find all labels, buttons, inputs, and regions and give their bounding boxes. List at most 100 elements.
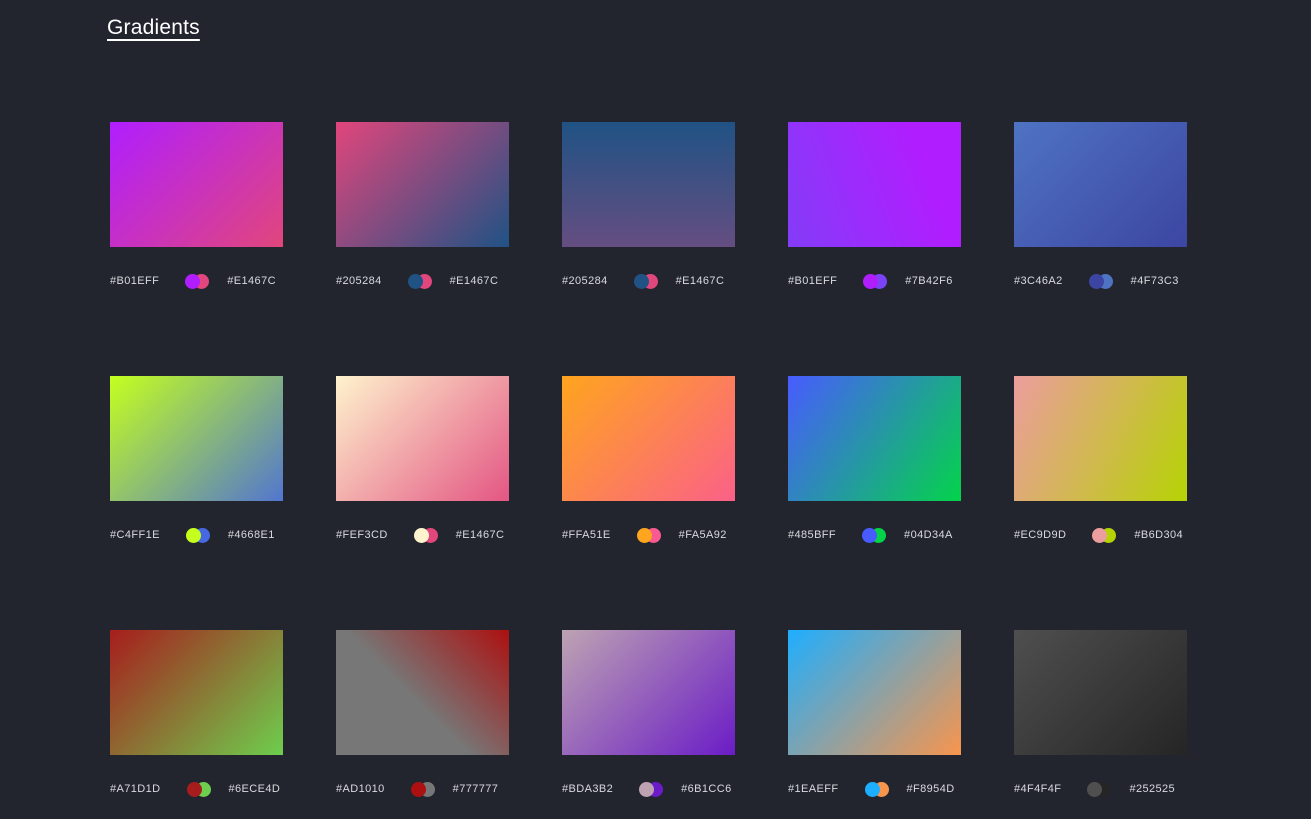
gradient-card[interactable]: #3C46A2 #4F73C3 — [1014, 122, 1187, 289]
gradient-caption: #485BFF #04D34A — [788, 528, 961, 543]
color-dots — [863, 274, 887, 289]
to-hex-label: #4F73C3 — [1131, 274, 1179, 289]
gradient-caption: #BDA3B2 #6B1CC6 — [562, 782, 735, 797]
to-hex-label: #F8954D — [907, 782, 955, 797]
from-hex-label: #B01EFF — [788, 274, 837, 289]
to-hex-label: #E1467C — [456, 528, 505, 543]
from-hex-label: #AD1010 — [336, 782, 385, 797]
gradient-swatch[interactable] — [336, 122, 509, 247]
gradient-caption: #A71D1D #6ECE4D — [110, 782, 283, 797]
color-dots — [187, 782, 211, 797]
gradient-caption: #205284 #E1467C — [336, 274, 509, 289]
color-dots — [411, 782, 435, 797]
from-hex-label: #BDA3B2 — [562, 782, 613, 797]
gradient-caption: #4F4F4F #252525 — [1014, 782, 1187, 797]
from-hex-label: #EC9D9D — [1014, 528, 1066, 543]
from-color-dot — [411, 782, 426, 797]
page-title: Gradients — [107, 16, 200, 40]
gradient-swatch[interactable] — [110, 122, 283, 247]
to-hex-label: #777777 — [453, 782, 499, 797]
from-hex-label: #C4FF1E — [110, 528, 160, 543]
gradient-swatch[interactable] — [788, 376, 961, 501]
gradient-card[interactable]: #BDA3B2 #6B1CC6 — [562, 630, 735, 797]
gradient-swatch[interactable] — [110, 630, 283, 755]
from-color-dot — [634, 274, 649, 289]
gradient-swatch[interactable] — [788, 630, 961, 755]
from-color-dot — [414, 528, 429, 543]
to-hex-label: #E1467C — [450, 274, 499, 289]
from-color-dot — [637, 528, 652, 543]
to-hex-label: #E1467C — [227, 274, 276, 289]
gradient-card[interactable]: #A71D1D #6ECE4D — [110, 630, 283, 797]
to-hex-label: #04D34A — [904, 528, 953, 543]
gradient-card[interactable]: #FEF3CD #E1467C — [336, 376, 509, 543]
gradient-swatch[interactable] — [110, 376, 283, 501]
gradient-card[interactable]: #C4FF1E #4668E1 — [110, 376, 283, 543]
color-dots — [637, 528, 661, 543]
to-hex-label: #E1467C — [676, 274, 725, 289]
gradient-swatch[interactable] — [1014, 376, 1187, 501]
from-hex-label: #205284 — [562, 274, 608, 289]
gradient-caption: #B01EFF #E1467C — [110, 274, 283, 289]
from-hex-label: #485BFF — [788, 528, 836, 543]
gradient-caption: #3C46A2 #4F73C3 — [1014, 274, 1187, 289]
from-hex-label: #205284 — [336, 274, 382, 289]
from-hex-label: #4F4F4F — [1014, 782, 1061, 797]
from-hex-label: #FFA51E — [562, 528, 611, 543]
from-color-dot — [186, 528, 201, 543]
gradient-caption: #C4FF1E #4668E1 — [110, 528, 283, 543]
from-hex-label: #1EAEFF — [788, 782, 839, 797]
from-color-dot — [408, 274, 423, 289]
color-dots — [639, 782, 663, 797]
gradient-swatch[interactable] — [562, 630, 735, 755]
gradient-card[interactable]: #FFA51E #FA5A92 — [562, 376, 735, 543]
from-hex-label: #3C46A2 — [1014, 274, 1063, 289]
from-color-dot — [865, 782, 880, 797]
gradient-card[interactable]: #AD1010 #777777 — [336, 630, 509, 797]
gradient-caption: #1EAEFF #F8954D — [788, 782, 961, 797]
gradient-swatch[interactable] — [788, 122, 961, 247]
color-dots — [862, 528, 886, 543]
gradient-card[interactable]: #EC9D9D #B6D304 — [1014, 376, 1187, 543]
color-dots — [1089, 274, 1113, 289]
gradient-caption: #EC9D9D #B6D304 — [1014, 528, 1187, 543]
gradient-caption: #205284 #E1467C — [562, 274, 735, 289]
to-hex-label: #7B42F6 — [905, 274, 952, 289]
to-hex-label: #FA5A92 — [679, 528, 727, 543]
color-dots — [1087, 782, 1111, 797]
gradient-card[interactable]: #205284 #E1467C — [336, 122, 509, 289]
from-color-dot — [187, 782, 202, 797]
gradient-card[interactable]: #B01EFF #E1467C — [110, 122, 283, 289]
to-hex-label: #6ECE4D — [229, 782, 281, 797]
gradient-grid: #B01EFF #E1467C #205284 #E1467C #205284 — [110, 122, 1311, 797]
gradient-swatch[interactable] — [1014, 630, 1187, 755]
color-dots — [865, 782, 889, 797]
gradient-card[interactable]: #B01EFF #7B42F6 — [788, 122, 961, 289]
color-dots — [185, 274, 209, 289]
gradient-swatch[interactable] — [336, 376, 509, 501]
gradient-caption: #FEF3CD #E1467C — [336, 528, 509, 543]
gradient-swatch[interactable] — [336, 630, 509, 755]
color-dots — [186, 528, 210, 543]
gradient-card[interactable]: #205284 #E1467C — [562, 122, 735, 289]
to-hex-label: #6B1CC6 — [681, 782, 732, 797]
gradient-caption: #AD1010 #777777 — [336, 782, 509, 797]
from-hex-label: #FEF3CD — [336, 528, 388, 543]
color-dots — [414, 528, 438, 543]
gradient-caption: #B01EFF #7B42F6 — [788, 274, 961, 289]
gradient-card[interactable]: #1EAEFF #F8954D — [788, 630, 961, 797]
gradient-swatch[interactable] — [562, 122, 735, 247]
to-hex-label: #252525 — [1129, 782, 1175, 797]
gradient-swatch[interactable] — [1014, 122, 1187, 247]
to-hex-label: #4668E1 — [228, 528, 275, 543]
from-hex-label: #B01EFF — [110, 274, 159, 289]
gradient-card[interactable]: #485BFF #04D34A — [788, 376, 961, 543]
color-dots — [634, 274, 658, 289]
from-hex-label: #A71D1D — [110, 782, 161, 797]
gradient-swatch[interactable] — [562, 376, 735, 501]
gradient-caption: #FFA51E #FA5A92 — [562, 528, 735, 543]
color-dots — [1092, 528, 1116, 543]
gradient-card[interactable]: #4F4F4F #252525 — [1014, 630, 1187, 797]
from-color-dot — [862, 528, 877, 543]
to-hex-label: #B6D304 — [1134, 528, 1183, 543]
